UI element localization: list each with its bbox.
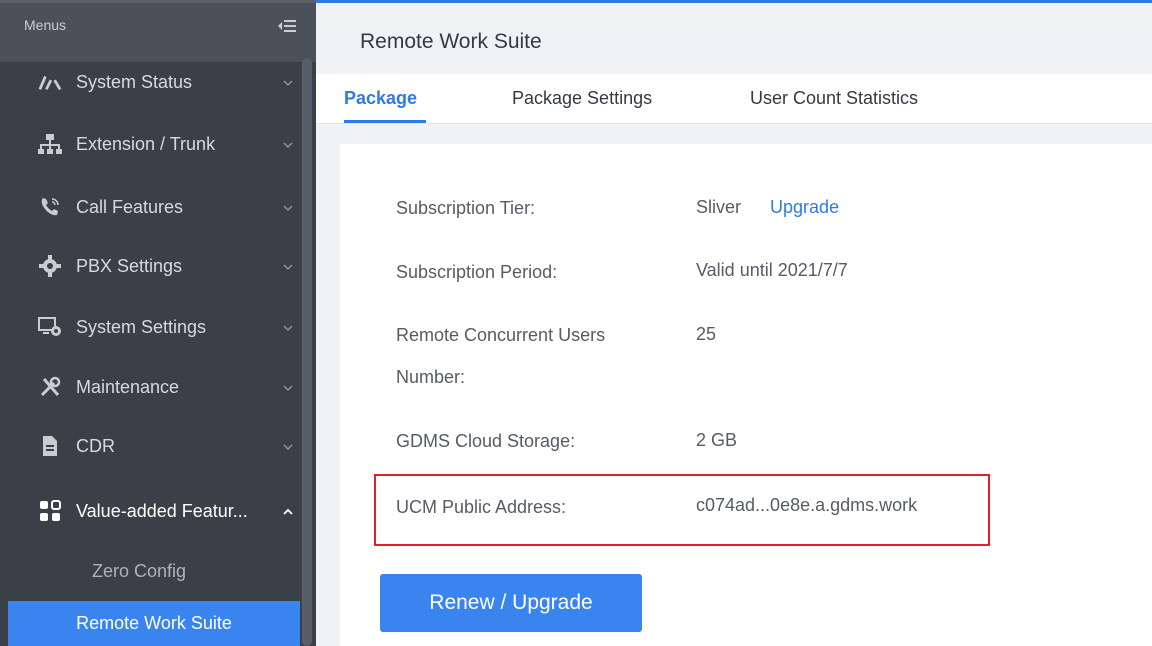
tab-bar: Package Package Settings User Count Stat… [316, 74, 1152, 124]
sidebar-item-system-status[interactable]: System Status [0, 52, 300, 112]
tools-icon [38, 375, 62, 399]
gdms-cloud-storage-value: 2 GB [696, 430, 738, 450]
chevron-down-icon [282, 76, 294, 88]
subscription-tier-text: Sliver [696, 197, 742, 217]
sidebar-item-label: Call Features [76, 196, 184, 217]
sidebar-item-label: System Settings [76, 316, 207, 337]
chevron-down-icon [282, 381, 294, 393]
sidebar-item-maintenance[interactable]: Maintenance [0, 357, 300, 417]
tab-package-settings[interactable]: Package Settings [512, 88, 652, 109]
sidebar-title: Menus [24, 17, 67, 33]
page-title: Remote Work Suite [360, 30, 542, 53]
gdms-cloud-storage-label: GDMS Cloud Storage: [396, 431, 576, 451]
system-settings-icon [38, 315, 62, 339]
sidebar-item-label: PBX Settings [76, 255, 183, 276]
sidebar-item-label: Maintenance [76, 376, 180, 397]
remote-concurrent-users-label-line2: Number: [396, 367, 466, 387]
upgrade-link[interactable]: Upgrade [770, 197, 839, 217]
sidebar-item-extension-trunk[interactable]: Extension / Trunk [0, 114, 300, 174]
chevron-up-icon [282, 505, 294, 517]
subscription-period-label: Subscription Period: [396, 262, 558, 282]
remote-concurrent-users-value: 25 [696, 324, 717, 344]
sidebar-scrollbar[interactable] [302, 58, 312, 646]
sidebar-item-value-added-features[interactable]: Value-added Featur... [0, 481, 300, 541]
tab-package[interactable]: Package [344, 88, 417, 109]
subscription-tier-label: Subscription Tier: [396, 198, 536, 218]
gauge-icon [38, 70, 62, 94]
ucm-public-address-label: UCM Public Address: [396, 497, 567, 517]
sidebar-item-label: Value-added Featur... [76, 500, 248, 521]
package-card: Subscription Tier: Sliver Upgrade Subscr… [340, 144, 1152, 646]
sidebar-item-label: CDR [76, 435, 115, 456]
network-icon [38, 132, 62, 156]
sidebar-item-call-features[interactable]: Call Features [0, 177, 300, 237]
sidebar: Menus System Status Extension / Trunk Ca… [0, 0, 316, 646]
sidebar-item-system-settings[interactable]: System Settings [0, 297, 300, 357]
active-tab-indicator [344, 120, 426, 123]
chevron-down-icon [282, 260, 294, 272]
chevron-down-icon [282, 138, 294, 150]
grid-icon [38, 499, 62, 523]
gear-icon [38, 254, 62, 278]
phone-icon [38, 195, 62, 219]
renew-upgrade-button[interactable]: Renew / Upgrade [380, 574, 642, 632]
tab-user-count-statistics[interactable]: User Count Statistics [750, 88, 918, 109]
remote-concurrent-users-label: Remote Concurrent Users [396, 325, 606, 345]
main-content: Remote Work Suite Package Package Settin… [316, 0, 1152, 646]
subscription-tier-value: Sliver Upgrade [696, 197, 839, 218]
sidebar-item-cdr[interactable]: CDR [0, 416, 300, 476]
document-icon [38, 434, 62, 458]
chevron-down-icon [282, 201, 294, 213]
sidebar-item-label: System Status [76, 71, 193, 92]
ucm-public-address-value: c074ad...0e8e.a.gdms.work [696, 495, 918, 515]
sidebar-item-label: Extension / Trunk [76, 133, 216, 154]
sidebar-subitem-remote-work-suite[interactable]: Remote Work Suite [8, 601, 300, 646]
top-accent-line [316, 0, 1152, 3]
subscription-period-value: Valid until 2021/7/7 [696, 260, 848, 280]
chevron-down-icon [282, 440, 294, 452]
collapse-menu-icon[interactable] [278, 19, 296, 33]
sidebar-item-pbx-settings[interactable]: PBX Settings [0, 236, 300, 296]
chevron-down-icon [282, 321, 294, 333]
sidebar-subitem-zero-config[interactable]: Zero Config [0, 541, 300, 601]
